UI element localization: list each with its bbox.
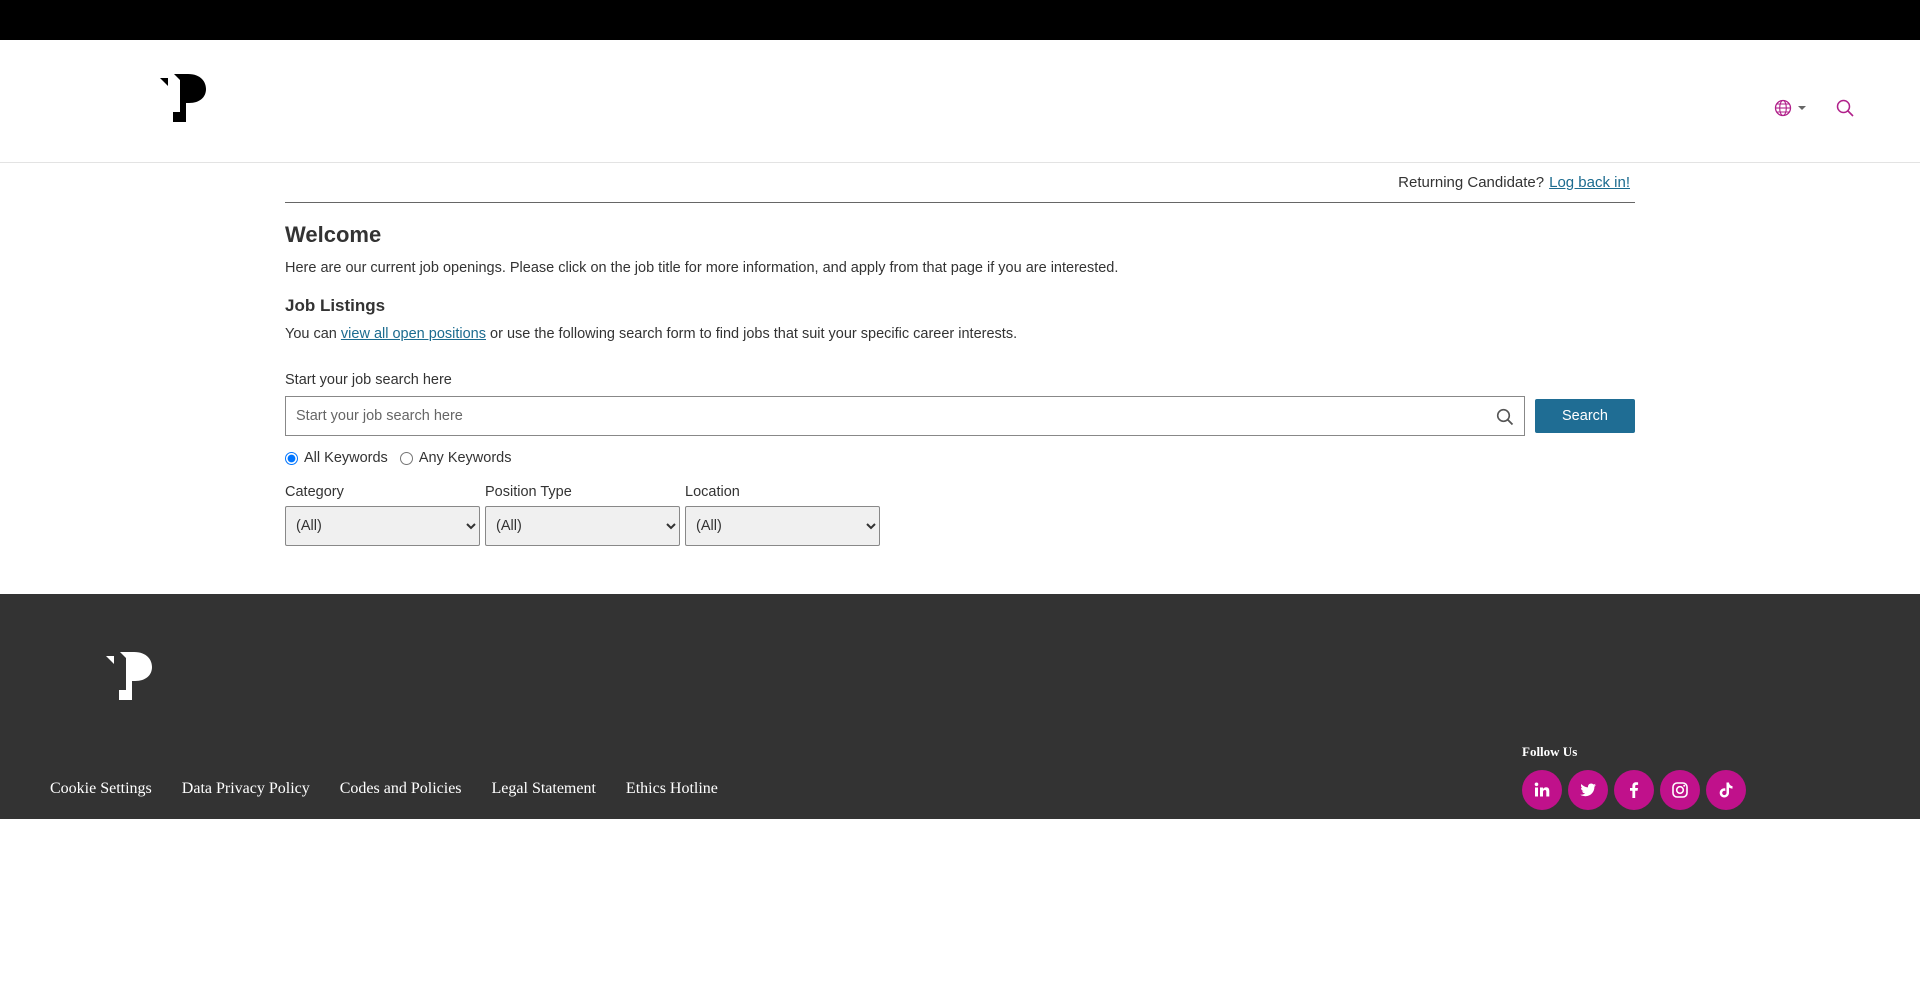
- twitter-button[interactable]: [1568, 770, 1608, 810]
- keyword-mode: All Keywords Any Keywords: [285, 450, 1635, 466]
- social-links: [1522, 770, 1752, 810]
- listings-prefix: You can: [285, 326, 341, 342]
- p-logo-icon[interactable]: [160, 72, 206, 122]
- page-title: Welcome: [285, 222, 382, 247]
- instagram-button[interactable]: [1660, 770, 1700, 810]
- search-label: Start your job search here: [285, 372, 452, 388]
- view-all-positions-link[interactable]: view all open positions: [341, 326, 486, 342]
- filter-location: Location (All): [685, 484, 880, 546]
- filter-position-type: Position Type (All): [485, 484, 680, 546]
- footer-link-ethics-hotline[interactable]: Ethics Hotline: [626, 780, 718, 798]
- intro-text: Here are our current job openings. Pleas…: [285, 260, 1119, 276]
- job-listings-heading: Job Listings: [285, 296, 386, 315]
- returning-candidate-bar: Returning Candidate? Log back in!: [285, 163, 1635, 203]
- filter-position-type-label: Position Type: [485, 484, 572, 500]
- language-selector[interactable]: [1774, 96, 1810, 120]
- search-field-wrapper: [285, 396, 1525, 436]
- instagram-icon: [1672, 782, 1688, 798]
- linkedin-button[interactable]: [1522, 770, 1562, 810]
- caret-down-icon: [1798, 106, 1806, 110]
- facebook-button[interactable]: [1614, 770, 1654, 810]
- search-icon: [1836, 99, 1854, 117]
- filter-category-label: Category: [285, 484, 344, 500]
- search-input[interactable]: [286, 397, 1524, 435]
- footer-link-data-privacy[interactable]: Data Privacy Policy: [182, 780, 310, 798]
- radio-any-input[interactable]: [399, 451, 413, 465]
- search-icon[interactable]: [1496, 408, 1514, 426]
- main-content: Returning Candidate? Log back in! Welcom…: [285, 163, 1635, 546]
- footer-links: Cookie Settings Data Privacy Policy Code…: [50, 780, 748, 798]
- search-button[interactable]: Search: [1535, 399, 1635, 433]
- radio-all-keywords[interactable]: All Keywords: [285, 450, 388, 466]
- radio-all-input[interactable]: [285, 451, 298, 465]
- radio-any-keywords[interactable]: Any Keywords: [399, 450, 512, 466]
- footer-link-codes-policies[interactable]: Codes and Policies: [340, 780, 462, 798]
- footer-link-cookie-settings[interactable]: Cookie Settings: [50, 780, 152, 798]
- listings-suffix: or use the following search form to find…: [486, 326, 1018, 342]
- category-select[interactable]: (All): [285, 506, 480, 546]
- globe-icon: [1774, 99, 1792, 117]
- listings-text: You can view all open positions or use t…: [285, 326, 1635, 342]
- site-header: [0, 40, 1920, 163]
- search-row: Search: [285, 396, 1635, 436]
- linkedin-icon: [1534, 782, 1550, 797]
- header-search-button[interactable]: [1836, 96, 1858, 120]
- log-back-in-link[interactable]: Log back in!: [1549, 174, 1630, 191]
- tiktok-button[interactable]: [1706, 770, 1746, 810]
- follow-us-title: Follow Us: [1522, 744, 1578, 759]
- facebook-icon: [1630, 782, 1639, 798]
- position-type-select[interactable]: (All): [485, 506, 680, 546]
- filter-location-label: Location: [685, 484, 740, 500]
- filters-row: Category (All) Position Type (All) Locat…: [285, 484, 1635, 546]
- radio-any-label: Any Keywords: [418, 450, 512, 466]
- returning-text: Returning Candidate?: [1398, 174, 1545, 191]
- radio-all-label: All Keywords: [304, 450, 388, 466]
- top-black-bar: [0, 0, 1920, 40]
- site-footer: Cookie Settings Data Privacy Policy Code…: [0, 594, 1920, 819]
- footer-link-legal-statement[interactable]: Legal Statement: [492, 780, 596, 798]
- filter-category: Category (All): [285, 484, 480, 546]
- location-select[interactable]: (All): [685, 506, 880, 546]
- twitter-icon: [1580, 783, 1596, 797]
- tiktok-icon: [1719, 782, 1733, 798]
- p-logo-icon[interactable]: [106, 650, 152, 700]
